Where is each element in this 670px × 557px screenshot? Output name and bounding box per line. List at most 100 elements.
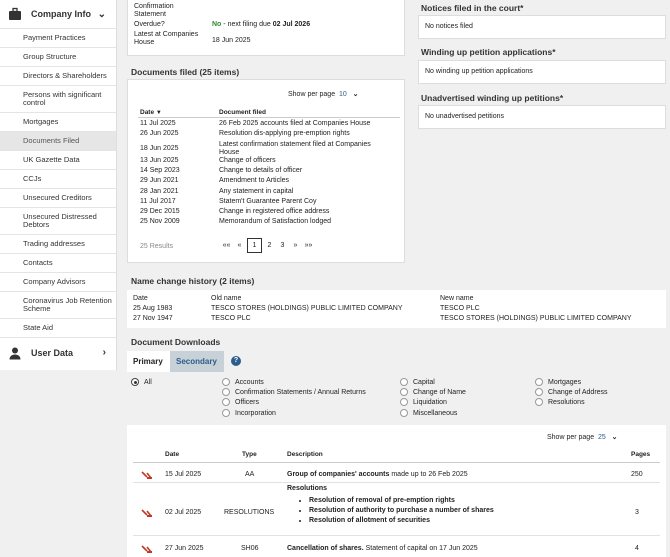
filter-all[interactable]: All	[131, 378, 152, 386]
docs-col-date-label: Date	[140, 109, 155, 116]
docs-per-page-select[interactable]: 10	[339, 91, 347, 98]
name-col-new: New name	[440, 295, 474, 302]
court-notices-text: No notices filed	[425, 23, 473, 30]
filter-incorporation[interactable]: Incorporation	[222, 409, 276, 417]
dl-desc-title: Cancellation of shares.	[287, 545, 364, 552]
sidebar-item-documents-filed[interactable]: Documents Filed	[0, 131, 116, 150]
sidebar-item-state-aid[interactable]: State Aid	[0, 318, 116, 337]
filter-capital[interactable]: Capital	[400, 378, 435, 386]
page-link[interactable]: 3	[277, 242, 288, 249]
sidebar-item-mortgages[interactable]: Mortgages	[0, 112, 116, 131]
sidebar-item-unsecured-distressed-debtors[interactable]: Unsecured Distressed Debtors	[0, 207, 116, 234]
tab-primary[interactable]: Primary	[127, 351, 170, 372]
page-link[interactable]: »	[290, 242, 301, 249]
doc-date: 29 Jun 2021	[140, 177, 179, 185]
name-col-date: Date	[133, 295, 148, 302]
overdue-date: 02 Jul 2026	[272, 21, 311, 28]
page-link[interactable]: «	[234, 242, 245, 249]
docs-col-date[interactable]: Date ▼	[140, 109, 162, 116]
page-link[interactable]: 2	[264, 242, 275, 249]
dl-type: RESOLUTIONS	[224, 509, 275, 516]
filter-liquidation[interactable]: Liquidation	[400, 398, 447, 406]
old-name: TESCO STORES (HOLDINGS) PUBLIC LIMITED C…	[211, 305, 403, 312]
court-notices-box: No notices filed	[418, 15, 666, 39]
filter-confirmation-statements-annual-returns[interactable]: Confirmation Statements / Annual Returns	[222, 388, 366, 396]
latest-date: 18 Jun 2025	[212, 37, 251, 44]
pdf-download-icon[interactable]	[141, 544, 153, 556]
doc-description[interactable]: Change to details of officer	[219, 167, 302, 174]
radio-icon	[400, 378, 408, 386]
sidebar-item-label: Documents Filed	[23, 135, 80, 145]
winding-up-text: No winding up petition applications	[425, 68, 533, 75]
dl-col-type: Type	[242, 451, 257, 458]
doc-description[interactable]: Latest confirmation statement filed at C…	[219, 141, 384, 157]
sidebar-item-trading-addresses[interactable]: Trading addresses	[0, 234, 116, 253]
pdf-download-icon[interactable]	[141, 470, 153, 482]
dl-description[interactable]: Group of companies' accounts made up to …	[287, 471, 468, 478]
dl-col-pages: Pages	[631, 451, 651, 458]
sidebar-item-company-advisors[interactable]: Company Advisors	[0, 272, 116, 291]
doc-description[interactable]: Resolution dis-applying pre-emption righ…	[219, 130, 350, 137]
tab-secondary[interactable]: Secondary	[170, 351, 224, 372]
doc-description[interactable]: Statem't Guarantee Parent Coy	[219, 198, 316, 205]
page-link[interactable]: »»	[303, 242, 314, 249]
unadvertised-box: No unadvertised petitions	[418, 105, 666, 129]
name-change-panel: Date Old name New name 25 Aug 1983 TESCO …	[127, 290, 666, 328]
sidebar-item-directors-shareholders[interactable]: Directors & Shareholders	[0, 66, 116, 85]
doc-description[interactable]: Memorandum of Satisfaction lodged	[219, 218, 331, 225]
doc-description[interactable]: Change in registered office address	[219, 208, 329, 215]
dl-pages: 4	[635, 545, 639, 552]
sidebar-item-unsecured-creditors[interactable]: Unsecured Creditors	[0, 188, 116, 207]
filter-miscellaneous[interactable]: Miscellaneous	[400, 409, 457, 417]
user-data-header[interactable]: User Data ›	[0, 337, 116, 367]
page-link[interactable]: 1	[247, 238, 262, 253]
dl-description[interactable]: Resolutions Resolution of removal of pre-…	[287, 485, 494, 526]
sidebar-item-ccjs[interactable]: CCJs	[0, 169, 116, 188]
sidebar-item-contacts[interactable]: Contacts	[0, 253, 116, 272]
docs-show-per-page: Show per page 10 ⌄	[288, 90, 359, 98]
old-name: TESCO PLC	[211, 315, 251, 322]
sidebar-item-persons-with-significant-control[interactable]: Persons with significant control	[0, 85, 116, 112]
confirmation-panel: Confirmation Statement Overdue? No - nex…	[127, 0, 405, 56]
downloads-table-panel: Show per page 25 ⌄ Date Type Description…	[127, 425, 666, 557]
documents-filed-title: Documents filed (25 items)	[131, 67, 240, 77]
dl-description[interactable]: Cancellation of shares. Statement of cap…	[287, 545, 478, 552]
page-link[interactable]: ««	[221, 242, 232, 249]
overdue-value: No - next filing due 02 Jul 2026	[212, 21, 310, 28]
user-icon	[9, 347, 21, 359]
help-icon[interactable]: ?	[231, 356, 241, 366]
filter-label: Capital	[413, 378, 435, 386]
sidebar-item-group-structure[interactable]: Group Structure	[0, 47, 116, 66]
sidebar-item-payment-practices[interactable]: Payment Practices	[0, 28, 116, 47]
pdf-download-icon[interactable]	[141, 508, 153, 520]
company-info-header[interactable]: Company Info ⌄	[0, 0, 116, 28]
filter-change-of-address[interactable]: Change of Address	[535, 388, 608, 396]
new-name: TESCO PLC	[440, 305, 480, 312]
filter-accounts[interactable]: Accounts	[222, 378, 264, 386]
sidebar-item-coronavirus-job-retention-scheme[interactable]: Coronavirus Job Retention Scheme	[0, 291, 116, 318]
doc-date: 13 Jun 2025	[140, 156, 179, 164]
filter-resolutions[interactable]: Resolutions	[535, 398, 585, 406]
doc-description[interactable]: Any statement in capital	[219, 188, 293, 195]
dl-date: 15 Jul 2025	[165, 471, 202, 478]
filter-change-of-name[interactable]: Change of Name	[400, 388, 466, 396]
chevron-down-icon[interactable]: ⌄	[353, 91, 359, 98]
overdue-label: Overdue?	[134, 21, 165, 28]
doc-date: 11 Jul 2025	[140, 120, 176, 127]
dl-type: SH06	[241, 545, 259, 552]
docs-results: 25 Results	[140, 243, 174, 250]
dl-bullet: Resolution of authority to purchase a nu…	[309, 506, 494, 516]
documents-filed-panel: Show per page 10 ⌄ Date ▼ Document filed…	[127, 79, 405, 263]
filter-officers[interactable]: Officers	[222, 398, 259, 406]
sidebar-item-label: Unsecured Creditors	[23, 192, 92, 202]
dl-per-page-select[interactable]: 25	[598, 434, 606, 441]
radio-icon	[535, 378, 543, 386]
chevron-down-icon[interactable]: ⌄	[612, 434, 618, 441]
briefcase-icon	[9, 7, 21, 20]
doc-description[interactable]: 26 Feb 2025 accounts filed at Companies …	[219, 120, 370, 127]
doc-description[interactable]: Amendment to Articles	[219, 177, 289, 184]
downloads-title: Document Downloads	[131, 337, 221, 347]
sidebar-item-uk-gazette-data[interactable]: UK Gazette Data	[0, 150, 116, 169]
filter-mortgages[interactable]: Mortgages	[535, 378, 581, 386]
doc-description[interactable]: Change of officers	[219, 157, 276, 164]
